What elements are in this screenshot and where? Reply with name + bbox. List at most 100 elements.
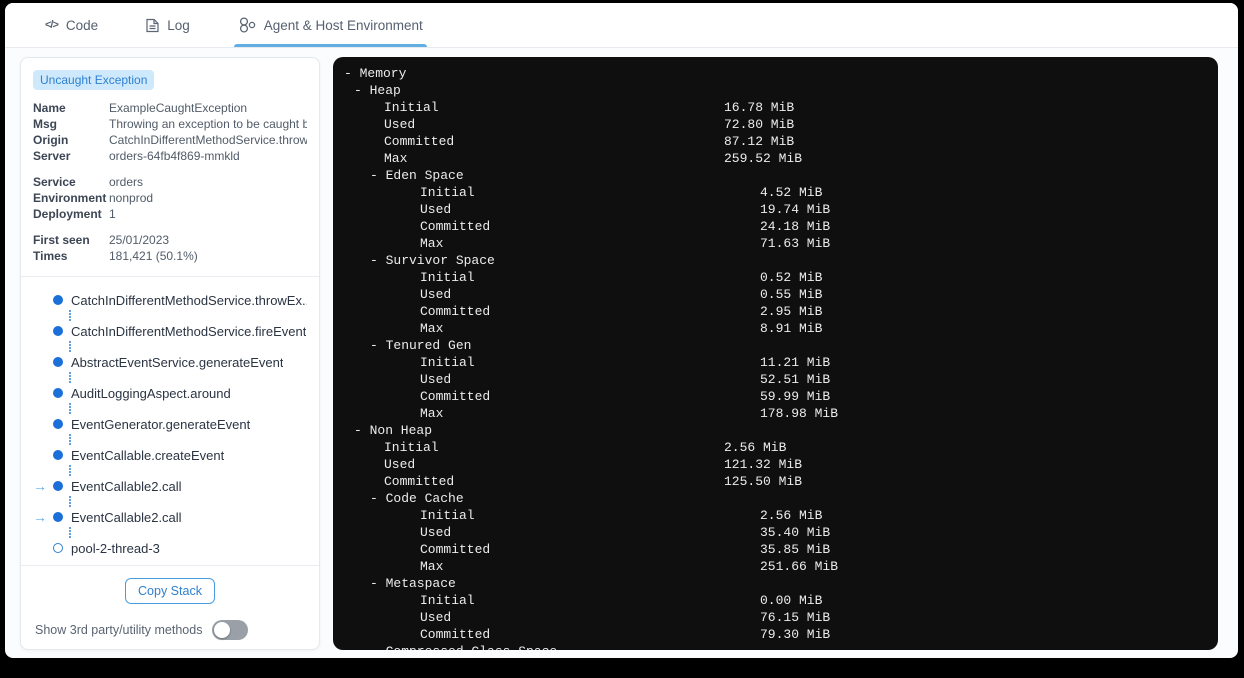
tree-value-row: Committed 24.18 MiB [333, 218, 1218, 235]
field-value: ExampleCaughtException [109, 101, 248, 115]
stack-frame[interactable]: →EventCallable.createEvent [33, 446, 307, 464]
tree-value-row: Initial 0.00 MiB [333, 592, 1218, 609]
tree-row-value: 259.52 MiB [724, 151, 803, 166]
dotted-connector [69, 402, 307, 415]
third-party-toggle-row: Show 3rd party/utility methods [33, 608, 307, 642]
tree-row-value: 4.52 MiB [760, 185, 823, 200]
thread-circle-icon [53, 543, 63, 553]
tree-row-value: 2.56 MiB [760, 508, 823, 523]
tree-row-value: 24.18 MiB [760, 219, 831, 234]
stack-frame-label: CatchInDifferentMethodService.fireEvent [71, 323, 307, 339]
stack-frame[interactable]: → EventCallable2.call [33, 477, 307, 495]
tab-code[interactable]: </> Code [45, 3, 98, 47]
tree-row-label: Initial [420, 355, 475, 370]
tree-row-value: 178.98 MiB [760, 406, 839, 421]
tree-value-row: Committed 125.50 MiB [333, 473, 1218, 490]
tree-row-value: 121.32 MiB [724, 457, 803, 472]
tree-value-row: Max 251.66 MiB [333, 558, 1218, 575]
field-row: Msg Throwing an exception to be caught by… [33, 116, 307, 132]
field-label: Environment [33, 191, 107, 205]
stack-frame-label: EventCallable2.call [71, 509, 182, 525]
field-row: First seen 25/01/2023 [33, 232, 307, 248]
frame-dot-icon [53, 450, 63, 460]
tree-row-label: Used [420, 610, 452, 625]
tree-row-label: Committed [420, 219, 491, 234]
tree-row-label: - Non Heap [354, 423, 433, 438]
field-value: 1 [109, 207, 116, 221]
tree-row-value: 2.56 MiB [724, 440, 787, 455]
field-row: Deployment 1 [33, 206, 307, 222]
field-value: orders-64fb4f869-mmkld [109, 149, 240, 163]
tree-branch-row[interactable]: - Non Heap [333, 422, 1218, 439]
tree-value-row: Committed 59.99 MiB [333, 388, 1218, 405]
third-party-toggle-switch[interactable] [212, 620, 249, 640]
tree-row-value: 8.91 MiB [760, 321, 823, 336]
field-value: CatchInDifferentMethodService.throwExcep [109, 133, 307, 147]
tree-value-row: Used 35.40 MiB [333, 524, 1218, 541]
field-value: nonprod [109, 191, 154, 205]
tab-code-label: Code [65, 17, 99, 33]
tree-row-label: Initial [420, 593, 475, 608]
tree-row-label: Used [420, 287, 452, 302]
tree-row-label: Used [384, 457, 416, 472]
field-label: Server [33, 149, 71, 163]
tree-value-row: Committed 35.85 MiB [333, 541, 1218, 558]
tree-branch-row[interactable]: - Tenured Gen [333, 337, 1218, 354]
tree-row-label: Used [420, 202, 452, 217]
copy-stack-button[interactable]: Copy Stack [125, 578, 215, 604]
tree-branch-row[interactable]: - Eden Space [333, 167, 1218, 184]
stack-frame[interactable]: →pool-2-thread-3 [33, 539, 307, 557]
tree-row-label: - Tenured Gen [370, 338, 472, 353]
tree-row-label: Initial [384, 440, 439, 455]
tree-row-label: Max [384, 151, 408, 166]
field-value: Throwing an exception to be caught by a … [109, 117, 307, 131]
tree-value-row: Initial 2.56 MiB [333, 507, 1218, 524]
tree-row-label: Committed [420, 542, 491, 557]
tree-value-row: Committed 79.30 MiB [333, 626, 1218, 643]
exception-details-panel: Uncaught Exception Name ExampleCaughtExce… [20, 57, 320, 650]
tree-value-row: Used 52.51 MiB [333, 371, 1218, 388]
log-icon [146, 18, 159, 33]
tab-log-label: Log [167, 17, 190, 33]
tree-row-label: Max [420, 236, 444, 251]
tree-row-label: - Eden Space [370, 168, 464, 183]
tree-branch-row[interactable]: - Heap [333, 82, 1218, 99]
tab-log[interactable]: Log [146, 3, 190, 47]
tree-branch-row[interactable]: - Code Cache [333, 490, 1218, 507]
app-window: </> Code Log Agent & Host Environment Un… [5, 3, 1238, 658]
stack-frame[interactable]: →AbstractEventService.generateEvent [33, 353, 307, 371]
stack-frame-label: EventCallable.createEvent [71, 447, 225, 463]
agent-memory-tree[interactable]: - Memory - Heap Initial 16.78 MiB Used 72.80 … [333, 57, 1218, 650]
stack-frame[interactable]: →CatchInDifferentMethodService.throwEx..… [33, 291, 307, 309]
frame-dot-icon [53, 512, 63, 522]
stack-frame[interactable]: → EventCallable2.call [33, 508, 307, 526]
tab-bar: </> Code Log Agent & Host Environment [5, 3, 1238, 48]
field-value: orders [109, 175, 144, 189]
stack-trace-list: → CatchInDifferentMethodService.throwEx..… [33, 279, 307, 563]
tree-row-value: 35.40 MiB [760, 525, 831, 540]
dotted-connector [69, 433, 307, 446]
frame-dot-icon [53, 481, 63, 491]
tree-value-row: Initial 2.56 MiB [333, 439, 1218, 456]
tree-branch-row[interactable]: - Survivor Space [333, 252, 1218, 269]
tree-row-label: Max [420, 321, 444, 336]
tree-branch-row[interactable]: - Metaspace [333, 575, 1218, 592]
dotted-connector [69, 464, 307, 477]
tree-value-row: Used 76.15 MiB [333, 609, 1218, 626]
toggle-knob [214, 622, 231, 638]
tab-agent-host-environment[interactable]: Agent & Host Environment [233, 3, 427, 47]
tree-row-label: Max [420, 406, 444, 421]
dotted-connector [69, 495, 307, 508]
exception-fields: Name ExampleCaughtException Msg Throwing an… [33, 100, 307, 274]
stack-frame-label: pool-2-thread-3 [71, 540, 160, 556]
copy-stack-row: Copy Stack [33, 568, 307, 608]
frame-dot-icon [53, 295, 63, 305]
tree-branch-row[interactable]: - Compressed Class Space [333, 643, 1218, 650]
tree-branch-row[interactable]: - Memory [333, 65, 1218, 82]
tree-row-label: Used [420, 525, 452, 540]
tree-row-value: 0.00 MiB [760, 593, 823, 608]
stack-frame[interactable]: →CatchInDifferentMethodService.fireEvent [33, 322, 307, 340]
tree-row-label: Used [384, 117, 416, 132]
stack-frame[interactable]: →AuditLoggingAspect.around [33, 384, 307, 402]
stack-frame[interactable]: →EventGenerator.generateEvent [33, 415, 307, 433]
